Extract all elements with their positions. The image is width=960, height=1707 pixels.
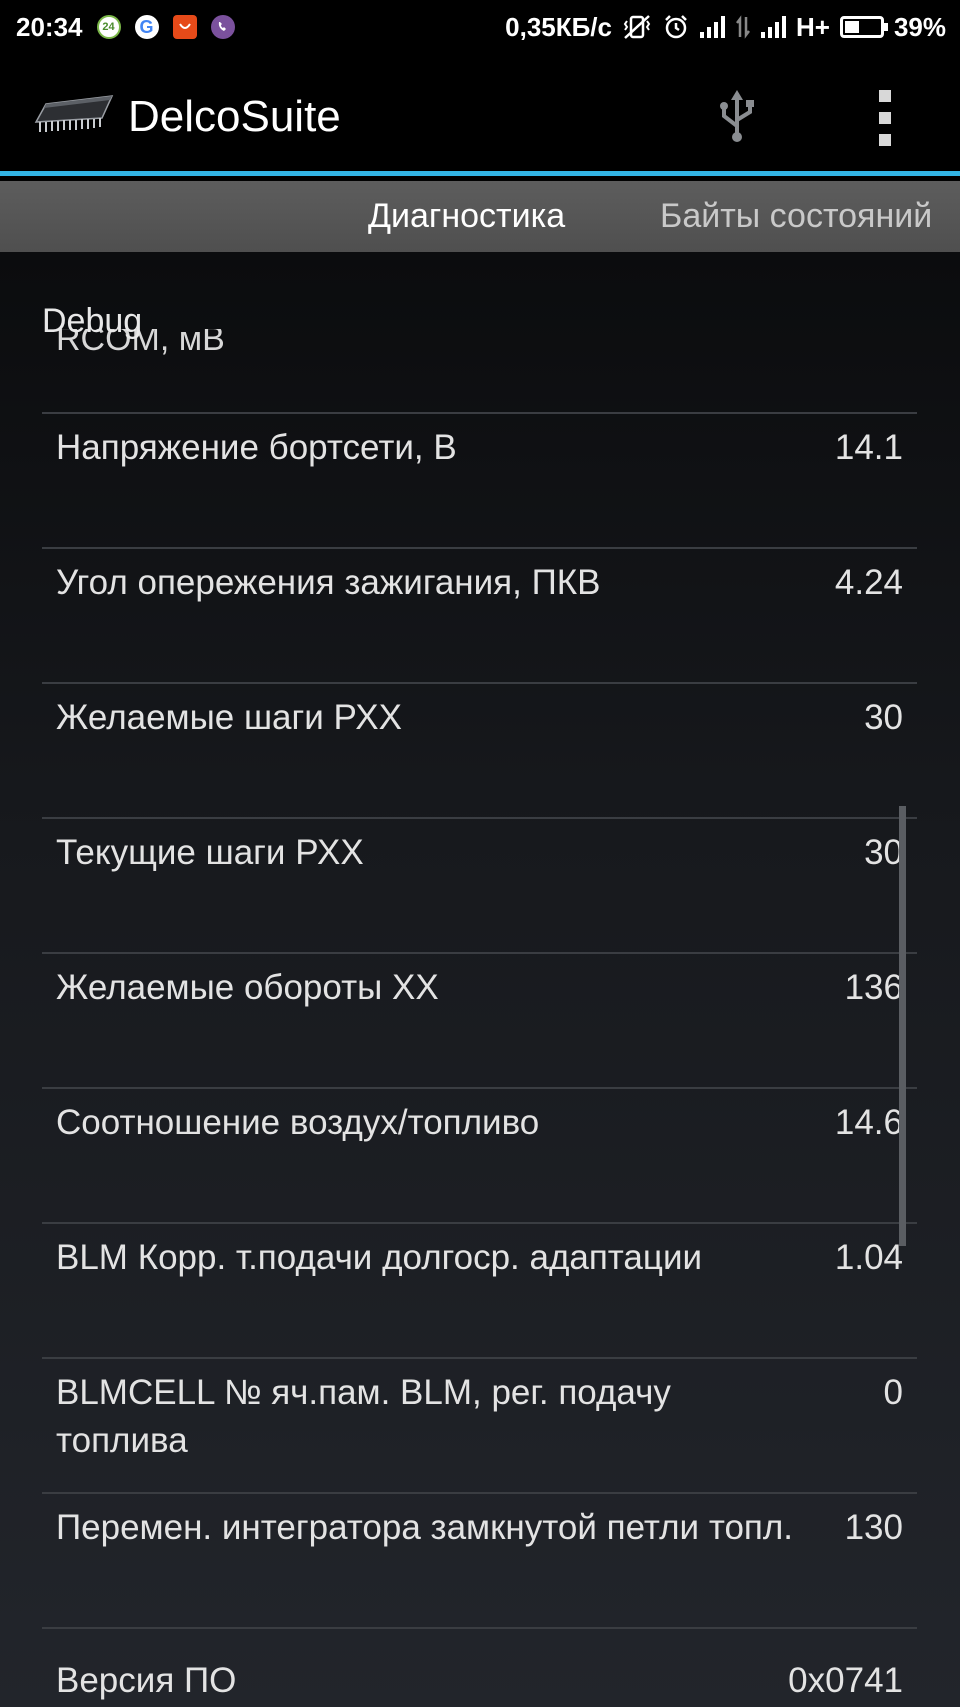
battery-percent: 39% [893,11,946,42]
param-value: 14.6 [834,1103,903,1142]
param-label: Перемен. интегратора замкнутой петли топ… [56,1508,794,1547]
signal-icon [699,16,725,38]
overflow-menu-icon[interactable] [870,90,900,146]
action-bar: DelcoSuite [0,54,960,176]
network-speed: 0,35КБ/с [505,11,612,42]
vibrate-icon [622,14,652,40]
section-header: Debug [42,302,143,340]
list-item[interactable]: Соотношение воздух/топливо 14.6 [42,1089,917,1224]
list-item[interactable]: Напряжение бортсети, В 14.1 [42,414,917,549]
list-item[interactable]: BLM Корр. т.подачи долгоср. адаптации 1.… [42,1224,917,1359]
clock: 20:34 [16,11,83,42]
data-arrows-icon [735,15,751,39]
list-item[interactable]: Угол опережения зажигания, ПКВ 4.24 [42,549,917,684]
param-label: BLM Корр. т.подачи долгоср. адаптации [56,1238,703,1277]
param-label: BLMCELL № яч.пам. BLM, рег. подачу топли… [56,1373,671,1460]
list-item[interactable]: Желаемые шаги РХХ 30 [42,684,917,819]
param-label: Желаемые обороты ХХ [56,968,439,1007]
app-title: DelcoSuite [128,92,341,141]
list-item-partial[interactable]: Версия ПО 0x0741 [42,1632,917,1707]
param-value: 30 [864,698,903,737]
list-item[interactable]: Текущие шаги РХХ 30 [42,819,917,954]
network-type: H+ [795,11,830,42]
param-value: 1.04 [834,1238,903,1277]
param-value: 14.1 [834,428,903,467]
param-value: 30 [864,833,903,872]
param-label: Соотношение воздух/топливо [56,1103,540,1142]
param-value: 136 [844,968,903,1007]
list-item[interactable]: BLMCELL № яч.пам. BLM, рег. подачу топли… [42,1359,917,1494]
param-value: 0x0741 [788,1661,903,1700]
param-label: Версия ПО [56,1661,237,1700]
param-value: 4.24 [834,563,903,602]
chip-icon [34,95,114,132]
signal-icon [760,16,786,38]
tab-status-bytes[interactable]: Байты состояний [660,181,932,252]
param-value: 0 [883,1373,903,1412]
list-item[interactable]: Перемен. интегратора замкнутой петли топ… [42,1494,917,1629]
usb-icon[interactable] [712,88,762,144]
alarm-icon [662,13,690,41]
param-value: 130 [844,1508,903,1547]
aliexpress-icon [172,15,197,39]
scrollbar[interactable] [899,806,906,1246]
param-label: Текущие шаги РХХ [56,833,364,872]
param-label: Желаемые шаги РХХ [56,698,403,737]
badge-24-icon: 24 [96,15,121,39]
battery-level [844,21,859,33]
tab-diagnostics[interactable]: Диагностика [368,181,565,252]
viber-icon [210,15,235,39]
tab-strip: Диагностика Байты состояний [0,181,960,252]
param-label: Напряжение бортсети, В [56,428,457,467]
param-label: Угол опережения зажигания, ПКВ [56,563,601,602]
parameter-list[interactable]: RCOM, мВ Debug Напряжение бортсети, В 14… [0,252,960,1707]
google-icon: G [134,15,159,39]
battery-icon [839,16,888,38]
status-bar: 20:34 24 G 0,35КБ/с H+ 39% [0,0,960,54]
list-item[interactable]: Желаемые обороты ХХ 136 [42,954,917,1089]
divider [42,1627,917,1629]
